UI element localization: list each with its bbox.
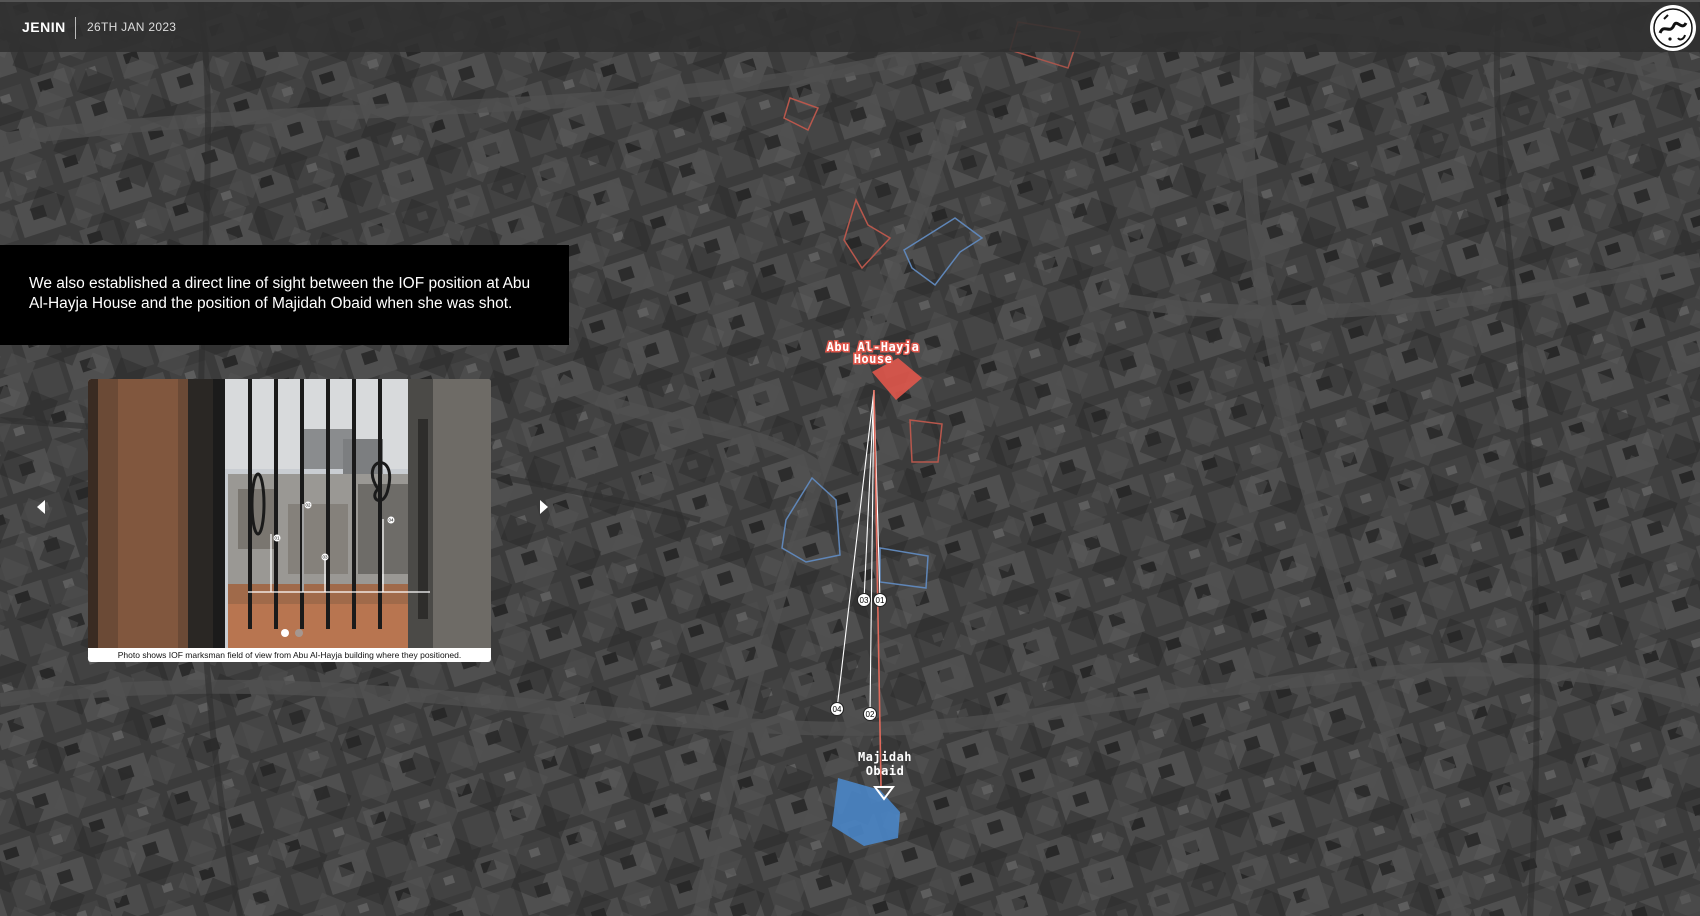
carousel-dots (275, 626, 309, 640)
svg-text:02: 02 (866, 710, 875, 719)
svg-text:01: 01 (876, 596, 885, 605)
event-date: 26TH JAN 2023 (87, 20, 177, 34)
svg-text:04: 04 (388, 518, 394, 523)
svg-text:Majidah: Majidah (858, 750, 912, 764)
svg-text:02: 02 (305, 503, 311, 508)
svg-text:01: 01 (274, 536, 280, 541)
svg-text:House: House (854, 352, 893, 366)
carousel-dot-1[interactable] (281, 629, 289, 637)
svg-text:Obaid: Obaid (866, 764, 905, 778)
photo-card: 01 02 03 04 Photo shows IOF marksman fie… (88, 379, 491, 662)
header-divider (75, 17, 76, 39)
chevron-right-icon[interactable] (540, 500, 548, 514)
narrative-panel: We also established a direct line of sig… (0, 245, 569, 345)
sightline-marker-03: 03 (857, 593, 871, 607)
svg-text:03: 03 (860, 596, 869, 605)
chevron-left-icon[interactable] (37, 500, 45, 514)
svg-text:04: 04 (833, 705, 842, 714)
marksman-view-photo[interactable]: 01 02 03 04 (88, 379, 491, 648)
calligraphy-logo-icon[interactable] (1650, 5, 1696, 51)
top-bar: JENIN 26TH JAN 2023 (0, 0, 1700, 52)
narrative-text: We also established a direct line of sig… (29, 275, 531, 312)
sightline-marker-02: 02 (863, 707, 877, 721)
sightline-marker-01: 01 (873, 593, 887, 607)
carousel-dot-2[interactable] (295, 629, 303, 637)
location-title: JENIN (22, 19, 66, 35)
majidah-obaid-label: Majidah Obaid (858, 750, 912, 778)
sightline-marker-04: 04 (830, 702, 844, 716)
svg-text:03: 03 (322, 555, 328, 560)
photo-caption: Photo shows IOF marksman field of view f… (117, 650, 462, 660)
